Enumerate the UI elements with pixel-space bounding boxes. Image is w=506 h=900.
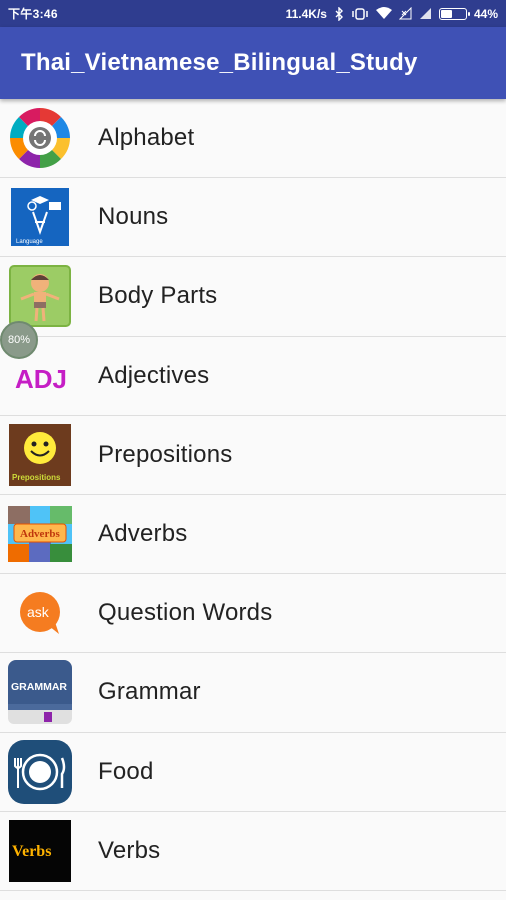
list-item-adjectives[interactable]: ADJ Adjectives — [0, 336, 506, 416]
status-indicators: 11.4K/s 44% — [285, 6, 498, 21]
status-time: 下午3:46 — [8, 7, 58, 21]
list-item-label: Grammar — [98, 678, 201, 706]
list-item-label: Adjectives — [98, 361, 210, 389]
list-item-nouns[interactable]: Language Nouns — [0, 178, 506, 258]
status-bar: 下午3:46 11.4K/s 44% — [0, 0, 506, 27]
list-item-alphabet[interactable]: Alphabet — [0, 99, 506, 179]
list-item-prepositions[interactable]: Prepositions Prepositions — [0, 415, 506, 495]
list-item-label: Alphabet — [98, 124, 195, 152]
list-item-label: Body Parts — [98, 282, 218, 310]
list-item-grammar[interactable]: GRAMMAR Grammar — [0, 653, 506, 733]
prepositions-smiley-icon: Prepositions — [8, 423, 72, 487]
battery-icon — [438, 7, 470, 20]
wifi-icon — [375, 7, 392, 21]
list-item-adverbs[interactable]: Adverbs Adverbs — [0, 494, 506, 575]
food-plate-icon — [8, 739, 72, 804]
list-item-label: Prepositions — [98, 440, 233, 468]
grammar-book-icon: GRAMMAR — [8, 660, 72, 725]
vibrate-icon — [351, 7, 369, 21]
list-item-label: Question Words — [98, 599, 273, 627]
svg-text:Language: Language — [16, 239, 43, 245]
svg-text:ask: ask — [27, 604, 50, 620]
no-signal-icon — [398, 7, 412, 21]
page-title: Thai_Vietnamese_Bilingual_Study — [21, 49, 418, 76]
svg-text:Prepositions: Prepositions — [12, 473, 61, 482]
list-item-verbs[interactable]: Verbs Verbs — [0, 811, 506, 891]
svg-text:Adverbs: Adverbs — [20, 528, 60, 540]
list-item-label: Adverbs — [98, 520, 188, 548]
signal-icon — [419, 7, 432, 21]
nouns-language-icon: Language — [8, 185, 72, 249]
list-item-label: Food — [98, 757, 154, 785]
svg-text:GRAMMAR: GRAMMAR — [11, 681, 67, 693]
list-item-body-parts[interactable]: Body Parts — [0, 257, 506, 337]
category-list: Alphabet Language Nouns Body Parts ADJ A… — [0, 99, 506, 891]
alphabet-wheel-icon — [8, 106, 72, 170]
list-item-food[interactable]: Food — [0, 732, 506, 812]
list-item-label: Verbs — [98, 836, 161, 864]
network-speed: 11.4K/s — [285, 6, 327, 21]
floating-badge[interactable]: 80% — [0, 321, 38, 359]
bluetooth-icon — [334, 6, 344, 21]
svg-text:ADJ: ADJ — [15, 364, 67, 394]
body-parts-boy-icon — [8, 264, 72, 328]
battery-percent: 44% — [473, 6, 498, 21]
app-bar: Thai_Vietnamese_Bilingual_Study — [0, 27, 506, 99]
ask-bubble-icon: ask — [8, 581, 72, 645]
adverbs-collage-icon: Adverbs — [8, 502, 72, 566]
list-item-question-words[interactable]: ask Question Words — [0, 574, 506, 654]
svg-text:Verbs: Verbs — [12, 843, 51, 860]
verbs-icon: Verbs — [8, 819, 72, 883]
list-item-label: Nouns — [98, 203, 169, 231]
battery-level — [440, 9, 452, 18]
